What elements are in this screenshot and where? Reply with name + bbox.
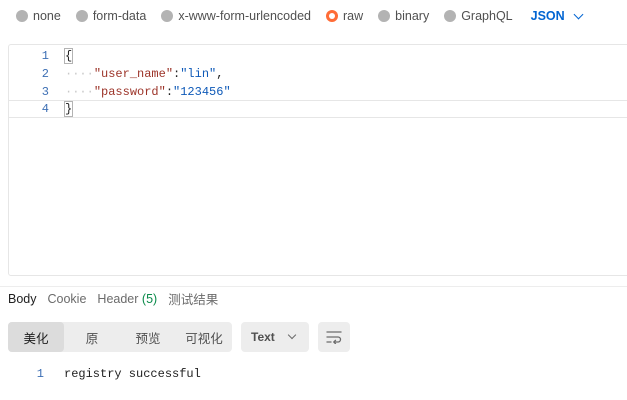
body-type-label: GraphQL: [461, 9, 513, 23]
line-number: 3: [41, 85, 49, 99]
json-key: "user_name": [93, 67, 174, 81]
response-body-line: 1 registry successful: [0, 365, 627, 383]
code-text: }: [63, 101, 74, 117]
view-mode-pretty[interactable]: 美化: [8, 322, 64, 352]
response-toolbar: 美化 原 预览 可视化 Text: [8, 322, 350, 352]
view-mode-preview[interactable]: 预览: [120, 322, 176, 352]
json-value: "lin": [180, 67, 217, 81]
format-select-value: Text: [251, 330, 275, 344]
tab-header[interactable]: Header (5): [97, 292, 157, 306]
line-number: 1: [41, 49, 49, 63]
editor-line: 2 ····"user_name":"lin",: [9, 65, 627, 83]
json-colon: :: [165, 85, 174, 99]
close-brace: }: [63, 101, 74, 117]
tab-test-results[interactable]: 测试结果: [168, 289, 218, 308]
line-number: 1: [36, 367, 44, 381]
response-tabs: Body Cookie Header (5) 测试结果: [0, 286, 627, 310]
json-comma: ,: [216, 67, 224, 81]
wrap-lines-icon: [326, 331, 342, 344]
response-text: registry successful: [64, 367, 201, 381]
code-text: {: [63, 47, 74, 65]
open-brace: {: [63, 48, 74, 64]
code-text: ····"user_name":"lin",: [65, 65, 223, 83]
body-type-label: x-www-form-urlencoded: [178, 9, 311, 23]
body-type-urlencoded[interactable]: x-www-form-urlencoded: [161, 9, 311, 23]
wrap-lines-button[interactable]: [318, 322, 350, 352]
radio-icon: [161, 10, 174, 22]
tab-body[interactable]: Body: [8, 292, 37, 306]
json-key: "password": [93, 85, 166, 99]
body-type-label: binary: [395, 9, 430, 23]
body-type-label: none: [33, 9, 61, 23]
chevron-down-icon: [287, 330, 297, 340]
line-number: 4: [41, 102, 49, 116]
radio-icon: [444, 10, 457, 22]
json-value: "123456": [173, 85, 231, 99]
view-mode-visualize[interactable]: 可视化: [176, 322, 232, 352]
chevron-down-icon: [573, 9, 584, 19]
body-type-label: form-data: [92, 9, 147, 23]
body-type-bar: none form-data x-www-form-urlencoded raw…: [0, 0, 627, 32]
language-select[interactable]: JSON: [530, 9, 584, 23]
line-number: 2: [41, 67, 49, 81]
editor-line: 3 ····"password":"123456": [9, 83, 627, 101]
request-body-editor[interactable]: 1 { 2 ····"user_name":"lin", 3 ····"pass…: [8, 44, 627, 276]
editor-line-active: 4 }: [9, 100, 627, 118]
view-mode-segmented: 美化 原 预览 可视化: [8, 322, 232, 352]
radio-icon: [378, 10, 391, 22]
radio-selected-icon: [326, 10, 338, 22]
indent-guide: ····: [65, 67, 94, 81]
body-type-label: raw: [343, 9, 364, 23]
header-count-badge: (5): [141, 291, 158, 306]
body-type-form-data[interactable]: form-data: [75, 9, 147, 23]
indent-guide: ····: [65, 85, 94, 99]
body-type-none[interactable]: none: [16, 9, 61, 23]
language-select-value: JSON: [530, 9, 565, 23]
editor-line: 1 {: [9, 47, 627, 65]
tab-cookie[interactable]: Cookie: [48, 292, 87, 306]
body-type-raw[interactable]: raw: [326, 9, 363, 23]
view-mode-raw[interactable]: 原: [64, 322, 120, 352]
radio-icon: [16, 10, 28, 22]
code-text: ····"password":"123456": [65, 83, 231, 101]
body-type-graphql[interactable]: GraphQL: [444, 9, 513, 23]
body-type-binary[interactable]: binary: [378, 9, 429, 23]
tab-header-label: Header: [97, 291, 139, 306]
format-select[interactable]: Text: [241, 322, 309, 352]
radio-icon: [75, 10, 88, 22]
